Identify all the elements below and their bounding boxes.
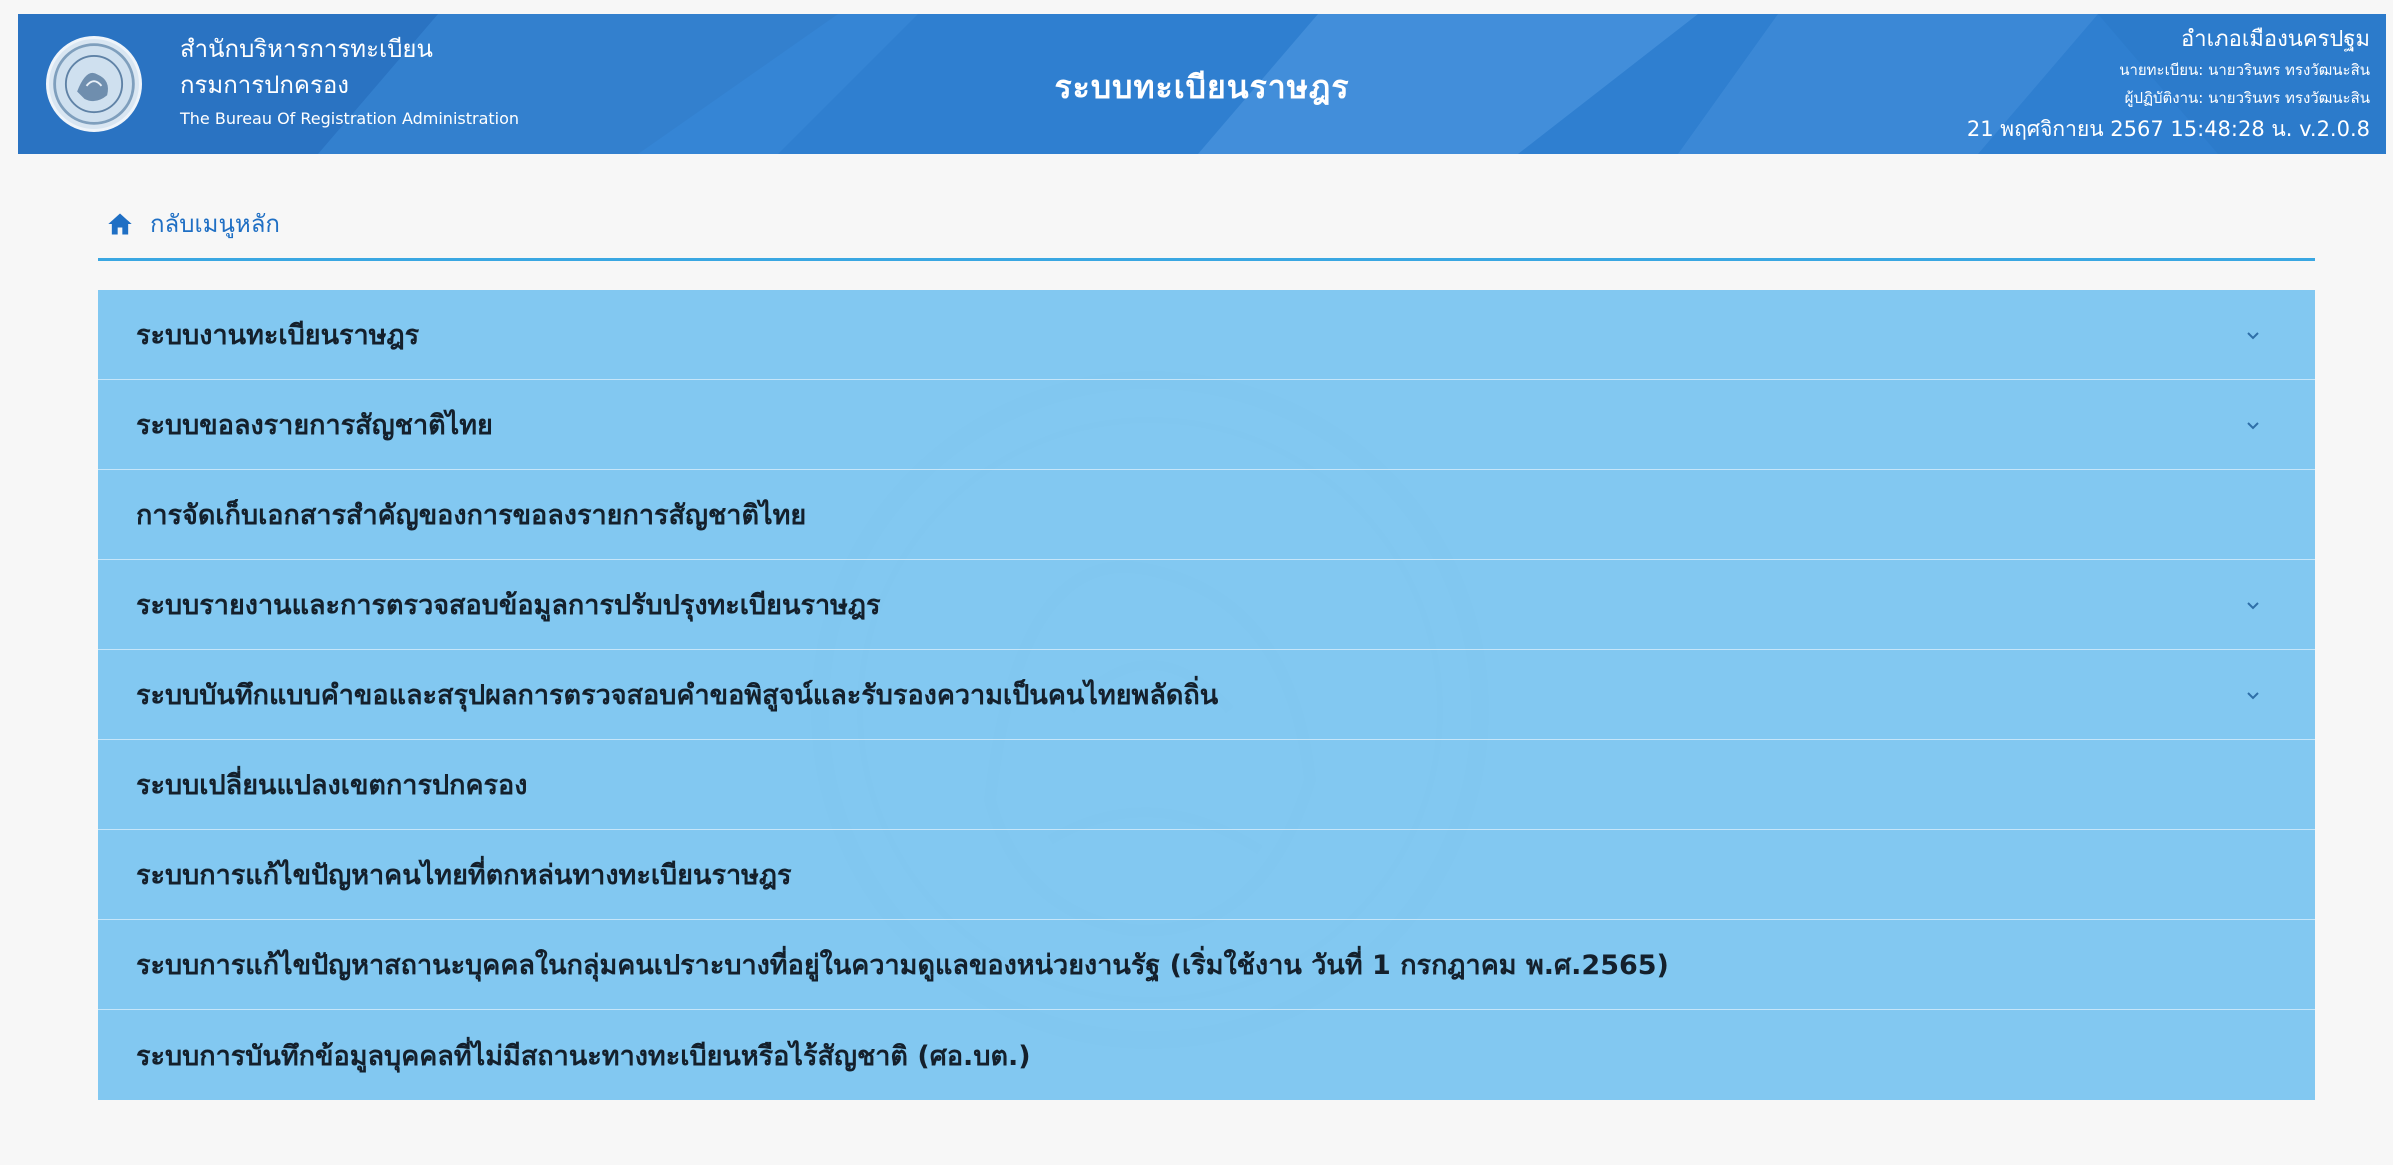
menu-item-label: ระบบรายงานและการตรวจสอบข้อมูลการปรับปรุง…: [136, 590, 881, 621]
menu-item-label: ระบบเปลี่ยนแปลงเขตการปกครอง: [136, 770, 528, 801]
menu-item-stateless-persons-record[interactable]: ระบบการบันทึกข้อมูลบุคคลที่ไม่มีสถานะทาง…: [98, 1010, 2315, 1100]
menu-item-civil-registration[interactable]: ระบบงานทะเบียนราษฎร: [98, 290, 2315, 380]
menu-item-label: ระบบการบันทึกข้อมูลบุคคลที่ไม่มีสถานะทาง…: [136, 1040, 1031, 1072]
menu-item-label: การจัดเก็บเอกสารสำคัญของการขอลงรายการสัญ…: [136, 500, 807, 531]
chevron-down-icon[interactable]: [2243, 685, 2263, 705]
chevron-down-icon[interactable]: [2243, 415, 2263, 435]
home-icon: [108, 213, 132, 234]
menu-item-displaced-thai-verification[interactable]: ระบบบันทึกแบบคำขอและสรุปผลการตรวจสอบคำขอ…: [98, 650, 2315, 740]
menu-item-label: ระบบงานทะเบียนราษฎร: [136, 320, 420, 351]
menu-item-administrative-boundary-change[interactable]: ระบบเปลี่ยนแปลงเขตการปกครอง: [98, 740, 2315, 830]
menu-item-thai-nationality-registration[interactable]: ระบบขอลงรายการสัญชาติไทย: [98, 380, 2315, 470]
back-to-main-menu-link[interactable]: กลับเมนูหลัก: [106, 204, 280, 243]
menu-item-reports-and-audit[interactable]: ระบบรายงานและการตรวจสอบข้อมูลการปรับปรุง…: [98, 560, 2315, 650]
chevron-down-icon[interactable]: [2243, 595, 2263, 615]
menu-item-label: ระบบบันทึกแบบคำขอและสรุปผลการตรวจสอบคำขอ…: [136, 680, 1219, 711]
menu-item-document-storage[interactable]: การจัดเก็บเอกสารสำคัญของการขอลงรายการสัญ…: [98, 470, 2315, 560]
back-to-main-menu-label: กลับเมนูหลัก: [150, 210, 280, 238]
menu-item-label: ระบบขอลงรายการสัญชาติไทย: [136, 410, 493, 441]
menu-item-label: ระบบการแก้ไขปัญหาคนไทยที่ตกหล่นทางทะเบีย…: [136, 860, 792, 891]
menu-item-label: ระบบการแก้ไขปัญหาสถานะบุคคลในกลุ่มคนเปรา…: [136, 950, 1669, 981]
organization-name: สำนักบริหารการทะเบียน: [180, 35, 433, 63]
menu-item-vulnerable-persons-status[interactable]: ระบบการแก้ไขปัญหาสถานะบุคคลในกลุ่มคนเปรา…: [98, 920, 2315, 1010]
menu-item-unregistered-thai-resolution[interactable]: ระบบการแก้ไขปัญหาคนไทยที่ตกหล่นทางทะเบีย…: [98, 830, 2315, 920]
registrar-name: นายทะเบียน: นายวรินทร ทรงวัฒนะสิน: [2119, 61, 2370, 79]
operator-name: ผู้ปฏิบัติงาน: นายวรินทร ทรงวัฒนะสิน: [2124, 89, 2370, 107]
header-divider: [98, 258, 2315, 261]
chevron-down-icon[interactable]: [2243, 325, 2263, 345]
user-info: อำเภอเมืองนครปฐม นายทะเบียน: นายวรินทร ท…: [1967, 24, 2370, 146]
office-name: อำเภอเมืองนครปฐม: [2181, 27, 2370, 52]
main-menu-list: ระบบงานทะเบียนราษฎร ระบบขอลงรายการสัญชาต…: [98, 290, 2315, 1100]
app-header: สำนักบริหารการทะเบียน กรมการปกครอง The B…: [18, 14, 2386, 154]
datetime-version: 21 พฤศจิกายน 2567 15:48:28 น. v.2.0.8: [1966, 117, 2370, 141]
